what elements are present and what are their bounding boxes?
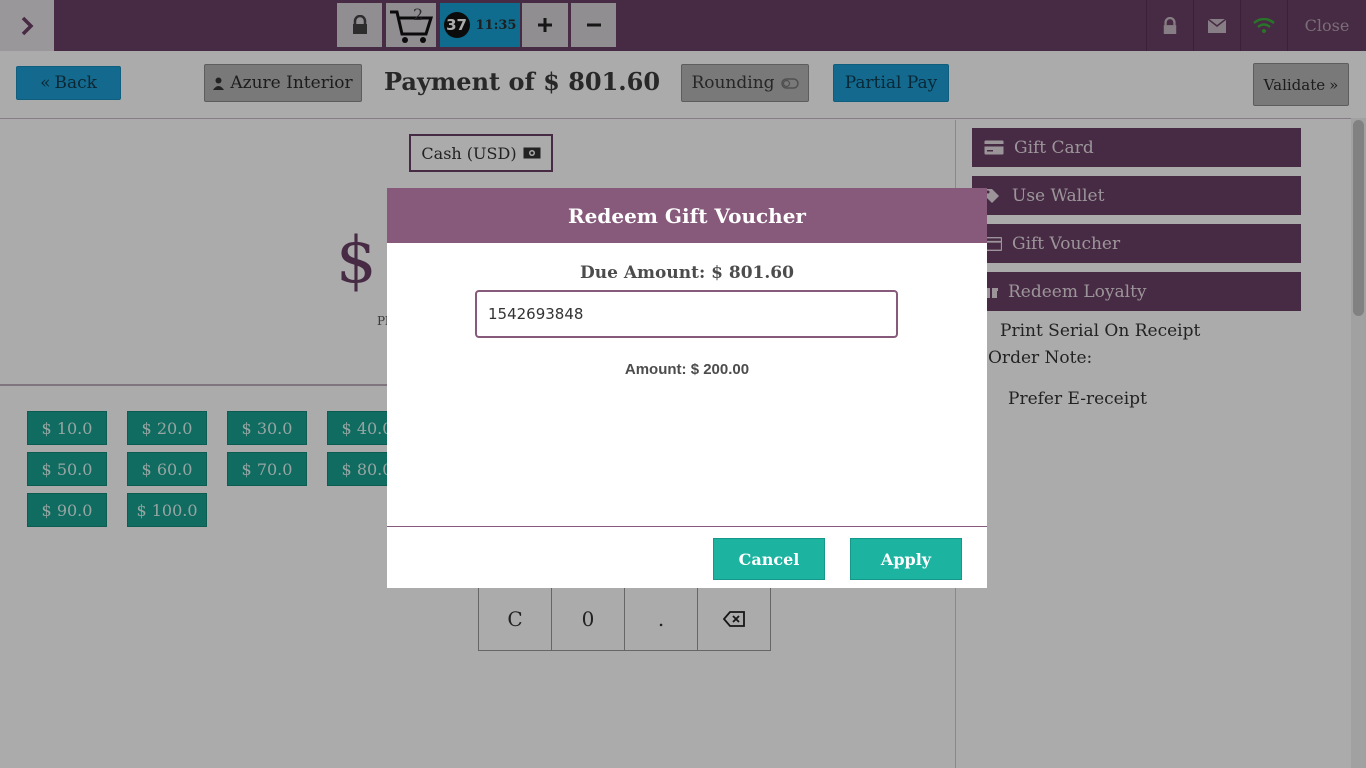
dialog-title: Redeem Gift Voucher — [387, 188, 987, 243]
redeem-gift-voucher-dialog: Redeem Gift Voucher Due Amount: $ 801.60… — [387, 188, 987, 588]
voucher-code-input[interactable] — [475, 290, 898, 338]
voucher-amount-text: Amount: $ 200.00 — [624, 361, 750, 378]
due-amount-text: Due Amount: $ 801.60 — [580, 263, 794, 283]
apply-button[interactable]: Apply — [850, 538, 962, 580]
dialog-footer-divider — [387, 526, 987, 527]
cancel-button[interactable]: Cancel — [713, 538, 825, 580]
